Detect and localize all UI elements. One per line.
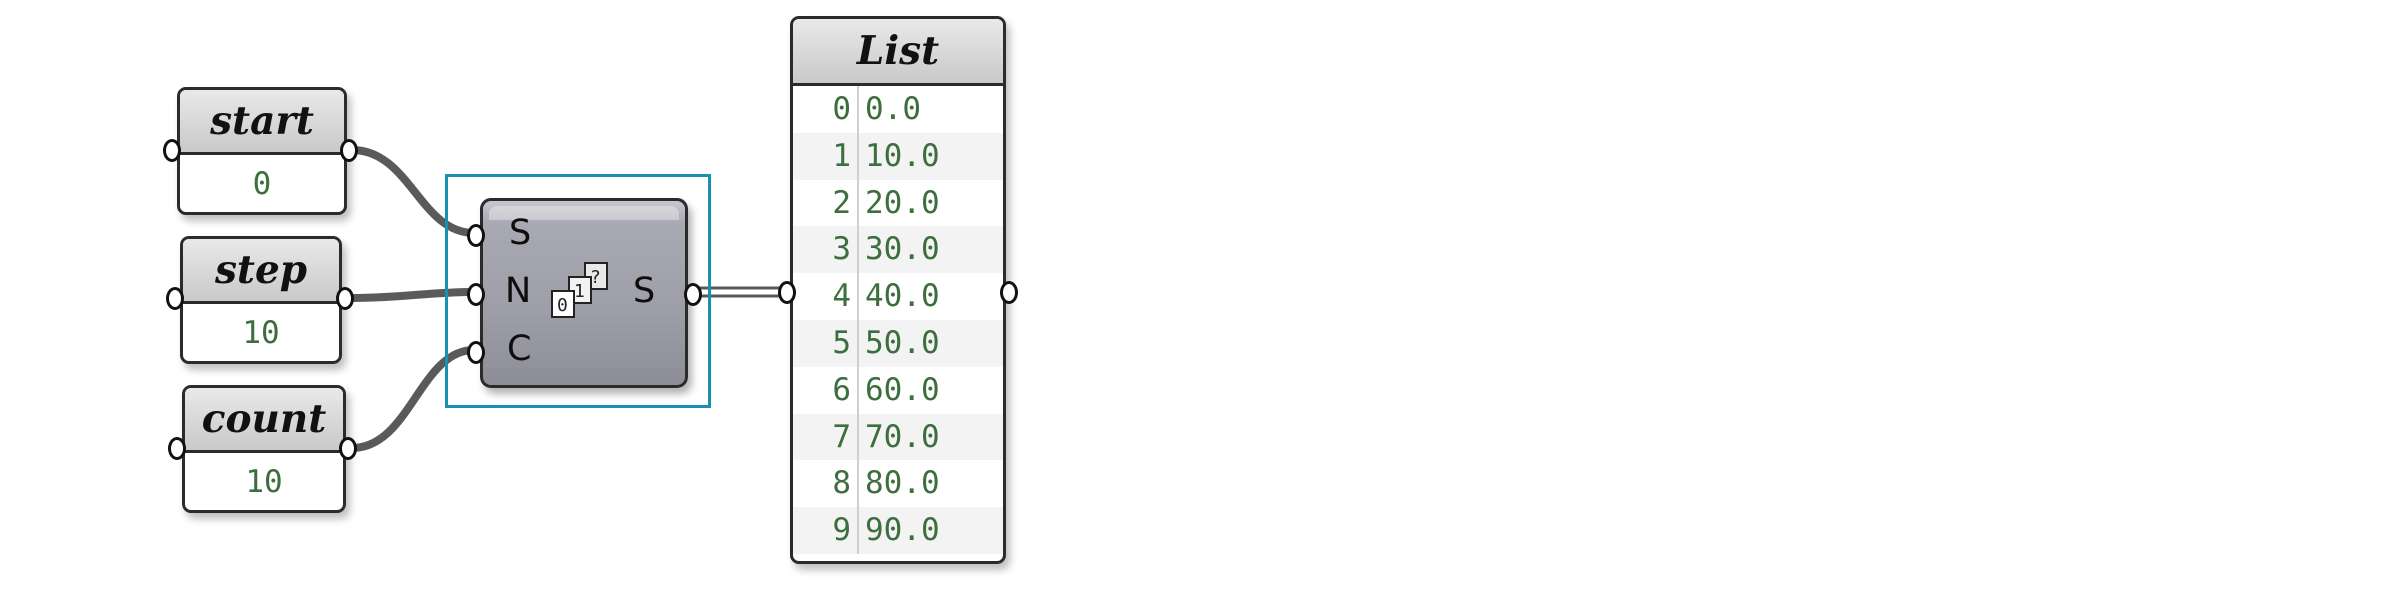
list-item-index: 6 — [793, 366, 859, 414]
list-item-value: 10.0 — [865, 137, 940, 174]
list-item: 8 80.0 — [793, 460, 1003, 508]
param-start-value[interactable]: 0 — [180, 155, 344, 212]
list-item-index: 0 — [793, 86, 859, 133]
svg-text:1: 1 — [574, 281, 585, 302]
param-step-output-grip[interactable] — [336, 287, 354, 310]
param-start-output-grip[interactable] — [340, 139, 358, 162]
list-panel-title: List — [793, 19, 1003, 86]
svg-text:0: 0 — [557, 295, 568, 316]
list-item: 4 40.0 — [793, 273, 1003, 320]
list-item-value: 40.0 — [865, 278, 940, 315]
list-item-index: 3 — [793, 226, 859, 274]
list-input-grip[interactable] — [778, 281, 796, 304]
list-item-value: 90.0 — [865, 512, 940, 549]
list-item: 6 60.0 — [793, 366, 1003, 414]
wires — [351, 146, 786, 452]
list-item-index: 1 — [793, 132, 859, 180]
param-step-value[interactable]: 10 — [183, 304, 339, 361]
list-item-value: 30.0 — [865, 231, 940, 268]
param-step-input-grip[interactable] — [166, 287, 184, 310]
list-item-index: 4 — [793, 273, 859, 320]
list-item-value: 80.0 — [865, 465, 940, 502]
param-count-title: count — [185, 388, 343, 453]
list-item-value: 70.0 — [865, 418, 940, 455]
list-item-value: 50.0 — [865, 324, 940, 361]
param-count-output-grip[interactable] — [339, 437, 357, 460]
list-item: 7 70.0 — [793, 413, 1003, 461]
list-item: 2 20.0 — [793, 179, 1003, 227]
list-item: 1 10.0 — [793, 132, 1003, 180]
list-item-index: 7 — [793, 413, 859, 461]
series-icon: ? 1 0 — [551, 262, 608, 318]
param-start[interactable]: start 0 — [177, 87, 347, 215]
component-output-grip-S[interactable] — [684, 283, 702, 306]
component-input-grip-N[interactable] — [467, 283, 485, 306]
param-count[interactable]: count 10 — [182, 385, 346, 513]
input-label-S[interactable]: S — [509, 213, 531, 253]
list-item-value: 0.0 — [865, 91, 921, 127]
series-component[interactable]: S N C S ? 1 0 — [480, 198, 688, 388]
component-input-grip-S[interactable] — [467, 224, 485, 247]
output-label-S[interactable]: S — [633, 271, 655, 311]
list-item-value: 20.0 — [865, 184, 940, 221]
param-start-title: start — [180, 90, 344, 155]
list-panel[interactable]: List 0 0.0 1 10.0 2 20.0 3 30.0 4 40.0 5 50.0 6 60.0 7… — [790, 16, 1006, 564]
list-output-grip[interactable] — [1000, 281, 1018, 304]
param-step-title: step — [183, 239, 339, 304]
list-item: 5 50.0 — [793, 319, 1003, 367]
param-count-input-grip[interactable] — [168, 437, 186, 460]
component-input-grip-C[interactable] — [467, 341, 485, 364]
list-item-value: 60.0 — [865, 371, 940, 408]
list-item: 3 30.0 — [793, 226, 1003, 274]
list-item: 9 90.0 — [793, 507, 1003, 554]
input-label-C[interactable]: C — [507, 329, 531, 369]
list-rows: 0 0.0 1 10.0 2 20.0 3 30.0 4 40.0 5 50.0 6 60.0 7 70.0 8… — [793, 86, 1003, 554]
param-step[interactable]: step 10 — [180, 236, 342, 364]
input-label-N[interactable]: N — [505, 271, 531, 311]
canvas[interactable]: start 0 step 10 count 10 S N C S ? 1 0 L… — [0, 0, 2400, 599]
list-item-index: 5 — [793, 319, 859, 367]
list-item-index: 8 — [793, 460, 859, 508]
param-count-value[interactable]: 10 — [185, 453, 343, 510]
list-item-index: 9 — [793, 507, 859, 554]
param-start-input-grip[interactable] — [163, 139, 181, 162]
list-item: 0 0.0 — [793, 86, 1003, 133]
list-item-index: 2 — [793, 179, 859, 227]
